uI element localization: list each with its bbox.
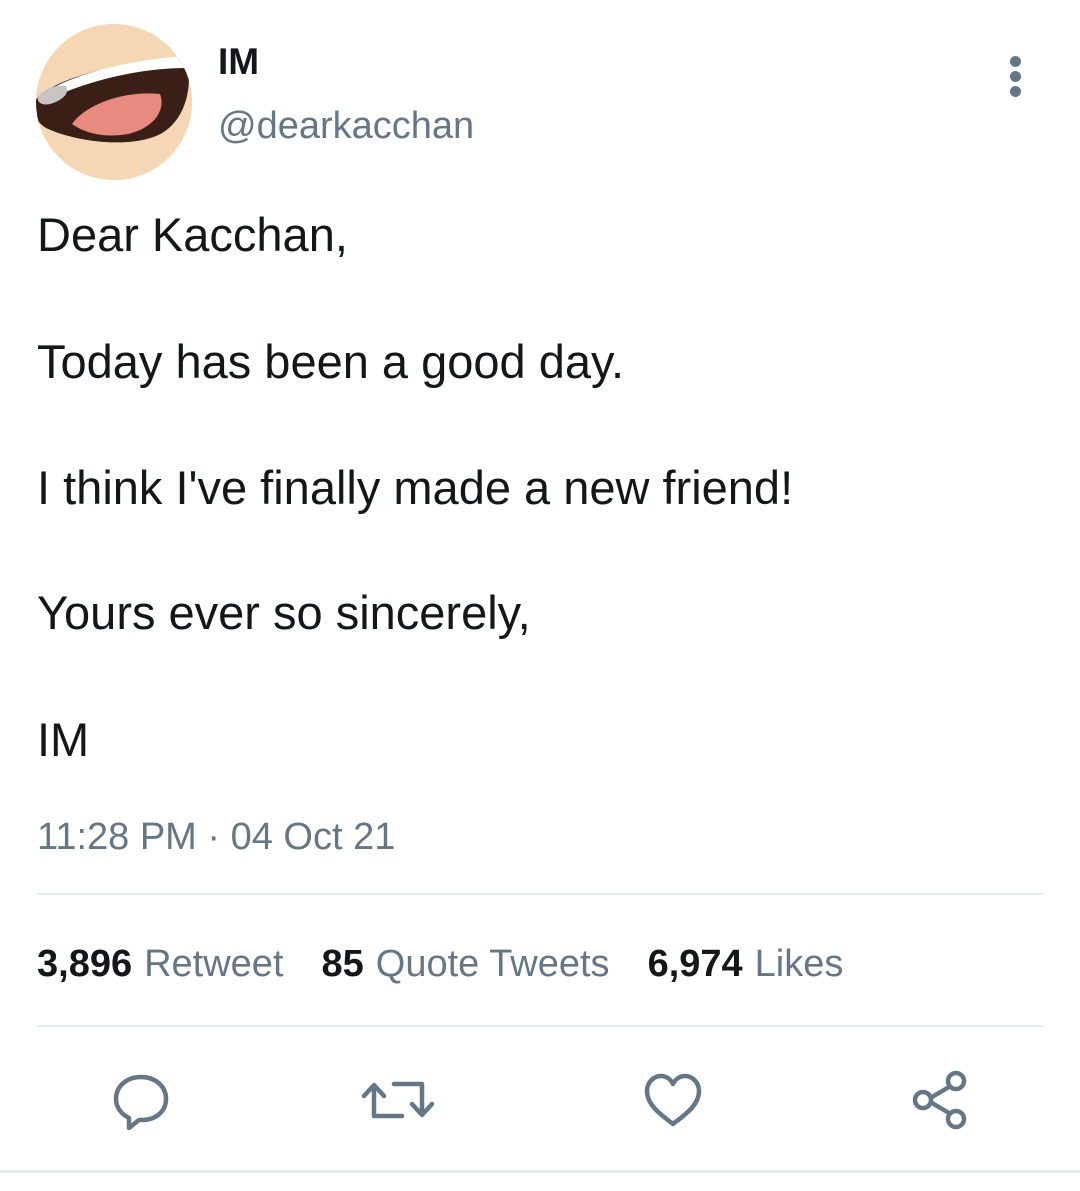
likes-count: 6,974: [647, 942, 743, 985]
avatar[interactable]: [36, 24, 192, 180]
tweet-text-line: Yours ever so sincerely,: [37, 586, 531, 639]
tweet-timestamp[interactable]: 11:28 PM · 04 Oct 21: [37, 812, 395, 862]
quote-tweets-count: 85: [321, 942, 364, 985]
engagement-stats: 3,896 Retweet 85 Quote Tweets 6,974 Like…: [37, 938, 881, 990]
reply-icon: [113, 1074, 169, 1130]
more-options-icon-dot: [1010, 86, 1021, 97]
open-mouth-avatar-icon: [36, 24, 192, 180]
retweet-icon: [361, 1081, 435, 1119]
retweet-button[interactable]: [361, 1070, 435, 1130]
display-name[interactable]: IM: [218, 38, 259, 86]
retweets-label: Retweet: [144, 942, 284, 985]
like-button[interactable]: [643, 1070, 703, 1130]
divider: [37, 1025, 1044, 1027]
tweet-text-line: I think I've finally made a new friend!: [37, 461, 794, 514]
quote-tweets-label: Quote Tweets: [375, 942, 610, 985]
reply-button[interactable]: [111, 1070, 171, 1130]
more-options-button[interactable]: [994, 50, 1040, 100]
divider: [37, 893, 1044, 895]
share-icon: [912, 1070, 967, 1130]
retweets-count: 3,896: [37, 942, 133, 985]
likes-label: Likes: [754, 942, 844, 985]
tweet-text-line: Dear Kacchan,: [37, 208, 348, 261]
user-handle[interactable]: @dearkacchan: [218, 102, 474, 150]
retweets-stat[interactable]: 3,896 Retweet: [37, 943, 284, 986]
tweet-text-line: Today has been a good day.: [37, 335, 625, 388]
heart-icon: [644, 1073, 702, 1127]
bottom-divider: [0, 1170, 1080, 1173]
quote-tweets-stat[interactable]: 85 Quote Tweets: [322, 943, 610, 986]
tweet-text-line: IM: [37, 713, 90, 766]
more-options-icon-dot: [1010, 71, 1021, 82]
more-options-icon: [1010, 56, 1021, 67]
likes-stat[interactable]: 6,974 Likes: [648, 943, 844, 986]
share-button[interactable]: [910, 1070, 970, 1130]
